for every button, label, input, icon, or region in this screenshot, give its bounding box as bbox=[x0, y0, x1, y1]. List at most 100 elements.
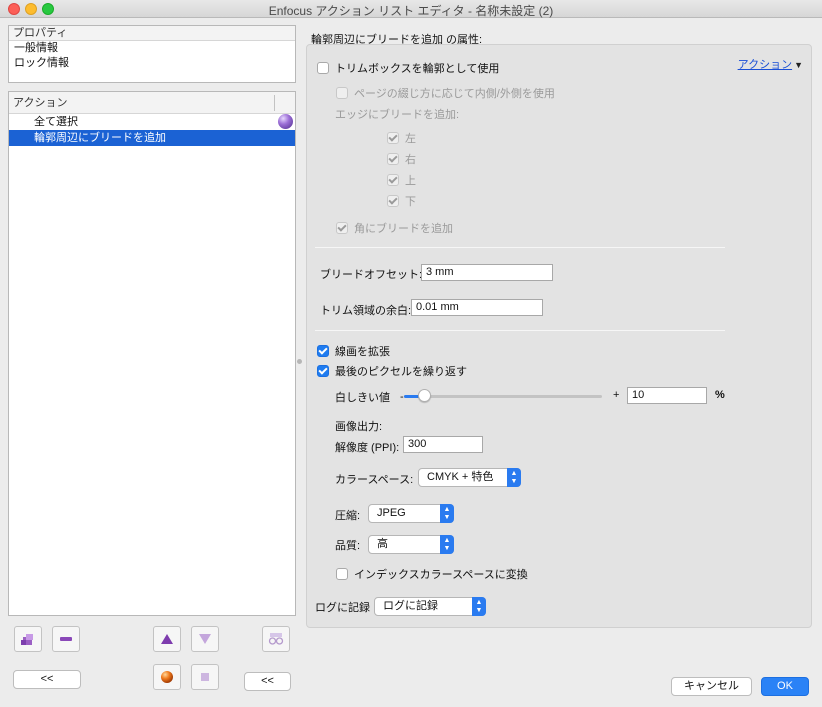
compression-label: 圧縮: bbox=[335, 510, 361, 522]
resolution-field[interactable]: 300 bbox=[403, 436, 483, 453]
move-down-button[interactable] bbox=[191, 626, 219, 652]
edge-left-row[interactable]: 左 bbox=[387, 130, 416, 146]
expand-lineart-row[interactable]: 線画を拡張 bbox=[317, 343, 390, 359]
actions-panel: アクション 全て選択 輪郭周辺にブリードを追加 bbox=[8, 91, 296, 616]
edges-label: エッジにブリードを追加: bbox=[335, 109, 460, 121]
edge-bottom-checkbox[interactable] bbox=[387, 195, 399, 207]
threshold-plus-row: + bbox=[613, 389, 619, 401]
popup-arrows-icon: ▲ ▼ bbox=[440, 504, 454, 523]
stop-square-icon bbox=[192, 665, 218, 689]
edge-left-checkbox[interactable] bbox=[387, 132, 399, 144]
index-convert-row[interactable]: インデックスカラースペースに変換 bbox=[336, 566, 528, 582]
image-output-label: 画像出力: bbox=[335, 421, 383, 433]
bleed-offset-label-row: ブリードオフセット: bbox=[320, 266, 422, 282]
edge-left-label: 左 bbox=[405, 133, 416, 145]
properties-header: プロパティ bbox=[9, 26, 295, 41]
colorspace-value: CMYK + 特色 bbox=[427, 471, 494, 483]
index-convert-checkbox[interactable] bbox=[336, 568, 348, 580]
ok-button[interactable]: OK bbox=[761, 677, 809, 696]
trim-margin-field[interactable]: 0.01 mm bbox=[411, 299, 543, 316]
binding-side-row[interactable]: ページの綴じ方に応じて内側/外側を使用 bbox=[336, 85, 555, 101]
glasses-icon bbox=[263, 627, 289, 651]
action-item-select-all[interactable]: 全て選択 bbox=[9, 114, 295, 130]
corners-checkbox[interactable] bbox=[336, 222, 348, 234]
remove-action-icon bbox=[53, 627, 79, 651]
threshold-unit: % bbox=[715, 389, 725, 401]
edge-top-row[interactable]: 上 bbox=[387, 172, 416, 188]
corners-row[interactable]: 角にブリードを追加 bbox=[336, 220, 453, 236]
stop-action-button[interactable] bbox=[191, 664, 219, 690]
compression-popup[interactable]: JPEG ▲ ▼ bbox=[368, 504, 454, 523]
chevron-down-icon: ▼ bbox=[794, 60, 803, 70]
trim-as-outline-checkbox[interactable] bbox=[317, 62, 329, 74]
action-item-add-bleed[interactable]: 輪郭周辺にブリードを追加 bbox=[9, 130, 295, 146]
section-divider bbox=[315, 247, 725, 248]
popup-arrows-icon: ▲ ▼ bbox=[440, 535, 454, 554]
threshold-label: 白しきい値 bbox=[335, 392, 390, 404]
bleed-offset-label: ブリードオフセット: bbox=[320, 269, 423, 281]
log-label: ログに記録 bbox=[315, 602, 370, 614]
threshold-slider-knob[interactable] bbox=[418, 389, 431, 402]
compression-value: JPEG bbox=[377, 507, 406, 519]
editor-window: Enfocus アクション リスト エディタ - 名称未設定 (2) プロパティ… bbox=[0, 0, 822, 707]
quality-value: 高 bbox=[377, 538, 388, 550]
colorspace-label-row: カラースペース: bbox=[335, 471, 413, 487]
quality-popup[interactable]: 高 ▲ ▼ bbox=[368, 535, 454, 554]
log-popup[interactable]: ログに記録 ▲ ▼ bbox=[374, 597, 486, 616]
action-item-label: 全て選択 bbox=[34, 116, 78, 128]
section-divider bbox=[315, 330, 725, 331]
actions-header-label: アクション bbox=[13, 97, 68, 109]
edge-right-label: 右 bbox=[405, 154, 416, 166]
collapse-left-button[interactable]: << bbox=[13, 670, 81, 689]
log-value: ログに記録 bbox=[383, 600, 438, 612]
actions-header: アクション bbox=[9, 92, 295, 114]
move-up-button[interactable] bbox=[153, 626, 181, 652]
edge-bottom-label: 下 bbox=[405, 196, 416, 208]
trim-margin-label-row: トリム領域の余白: bbox=[320, 302, 411, 318]
bleed-offset-field[interactable]: 3 mm bbox=[421, 264, 553, 281]
collapse-panel-button[interactable]: << bbox=[244, 672, 291, 691]
threshold-unit-row: % bbox=[715, 389, 725, 401]
edge-top-checkbox[interactable] bbox=[387, 174, 399, 186]
threshold-label-row: 白しきい値 - bbox=[335, 389, 404, 405]
binding-side-checkbox[interactable] bbox=[336, 87, 348, 99]
add-action-button[interactable] bbox=[14, 626, 42, 652]
trim-as-outline-row[interactable]: トリムボックスを輪郭として使用 bbox=[317, 60, 499, 76]
inspect-button[interactable] bbox=[262, 626, 290, 652]
edges-label-row: エッジにブリードを追加: bbox=[335, 106, 459, 122]
splitter-handle[interactable] bbox=[297, 359, 302, 364]
compression-label-row: 圧縮: bbox=[335, 507, 360, 523]
properties-panel: プロパティ 一般情報 ロック情報 bbox=[8, 25, 296, 83]
cancel-button[interactable]: キャンセル bbox=[671, 677, 752, 696]
title-bar: Enfocus アクション リスト エディタ - 名称未設定 (2) bbox=[0, 0, 822, 18]
orange-ball-icon bbox=[154, 665, 180, 689]
index-convert-label: インデックスカラースペースに変換 bbox=[354, 569, 528, 581]
edge-bottom-row[interactable]: 下 bbox=[387, 193, 416, 209]
action-status-sphere-icon bbox=[278, 114, 293, 129]
run-action-button[interactable] bbox=[153, 664, 181, 690]
edge-right-checkbox[interactable] bbox=[387, 153, 399, 165]
action-menu-link[interactable]: アクション ▼ bbox=[738, 56, 803, 72]
threshold-field[interactable]: 10 bbox=[627, 387, 707, 404]
resolution-label: 解像度 (PPI): bbox=[335, 442, 400, 454]
remove-action-button[interactable] bbox=[52, 626, 80, 652]
log-label-row: ログに記録 bbox=[315, 599, 370, 615]
image-output-label-row: 画像出力: bbox=[335, 418, 382, 434]
properties-item-lock[interactable]: ロック情報 bbox=[9, 56, 295, 71]
action-menu-label: アクション bbox=[737, 59, 793, 71]
properties-item-general[interactable]: 一般情報 bbox=[9, 41, 295, 56]
trim-margin-label: トリム領域の余白: bbox=[320, 305, 412, 317]
edge-top-label: 上 bbox=[405, 175, 416, 187]
attributes-panel: アクション ▼ トリムボックスを輪郭として使用 ページの綴じ方に応じて内側/外側を… bbox=[306, 44, 812, 628]
repeat-pixels-checkbox[interactable] bbox=[317, 365, 329, 377]
colorspace-popup[interactable]: CMYK + 特色 ▲ ▼ bbox=[418, 468, 521, 487]
resolution-label-row: 解像度 (PPI): bbox=[335, 439, 399, 455]
binding-side-label: ページの綴じ方に応じて内側/外側を使用 bbox=[354, 88, 555, 100]
corners-label: 角にブリードを追加 bbox=[354, 223, 453, 235]
threshold-slider[interactable] bbox=[404, 389, 602, 402]
expand-lineart-checkbox[interactable] bbox=[317, 345, 329, 357]
repeat-pixels-row[interactable]: 最後のピクセルを繰り返す bbox=[317, 363, 467, 379]
repeat-pixels-label: 最後のピクセルを繰り返す bbox=[335, 366, 467, 378]
edge-right-row[interactable]: 右 bbox=[387, 151, 416, 167]
triangle-up-icon bbox=[154, 627, 180, 651]
